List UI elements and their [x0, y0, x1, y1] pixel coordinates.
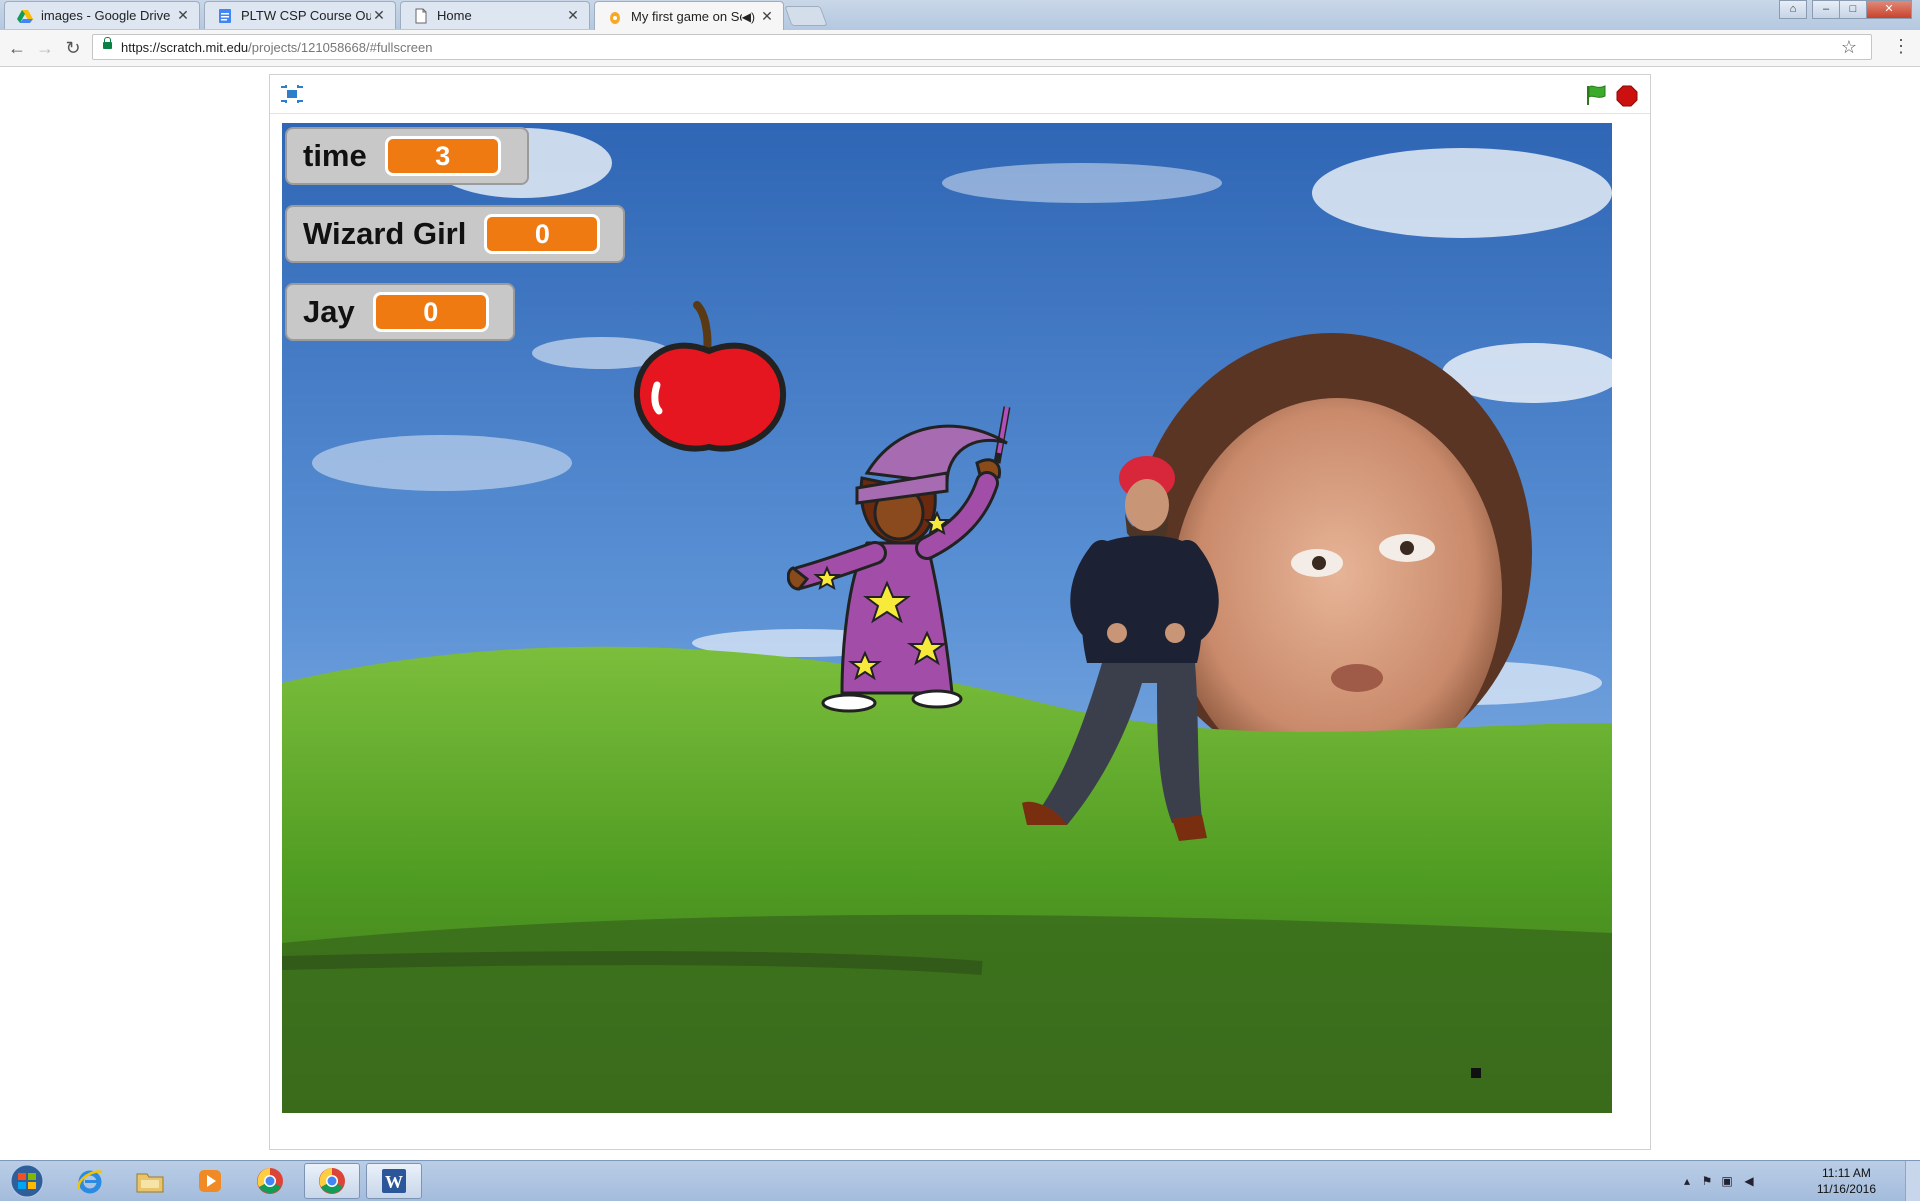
- tab-title: My first game on Scra: [631, 9, 742, 24]
- new-tab-button[interactable]: [784, 6, 828, 26]
- system-tray: ▴ ⚑ ▣ ◀ 11:11 AM 11/16/2016: [1680, 1161, 1920, 1201]
- tab-title: PLTW CSP Course Outlin: [241, 8, 371, 23]
- url-text: https://scratch.mit.edu/projects/1210586…: [121, 40, 432, 55]
- monitor-value: 0: [372, 292, 489, 332]
- window-controls: ⌂ – □ ✕: [1779, 0, 1912, 19]
- maximize-button[interactable]: □: [1839, 0, 1867, 19]
- page-icon: [415, 8, 427, 23]
- show-desktop-button[interactable]: [1905, 1161, 1920, 1201]
- jay-sprite[interactable]: [1007, 453, 1247, 853]
- chrome-active-icon: [319, 1168, 345, 1194]
- back-arrow-icon[interactable]: ←: [6, 37, 28, 59]
- tab-pltw-course-outline[interactable]: PLTW CSP Course Outlin ✕: [204, 1, 396, 29]
- green-flag-icon[interactable]: [1584, 84, 1608, 106]
- windows-taskbar: W ▴ ⚑ ▣ ◀ 11:11 AM 11/16/2016: [0, 1160, 1920, 1201]
- profile-icon[interactable]: ⌂: [1779, 0, 1807, 19]
- close-tab-icon[interactable]: ✕: [371, 7, 387, 24]
- network-icon[interactable]: ▣: [1720, 1174, 1734, 1188]
- close-tab-icon[interactable]: ✕: [175, 7, 191, 24]
- tab-title: Home: [437, 8, 472, 23]
- speaker-icon[interactable]: ◀): [742, 10, 755, 24]
- jay-monitor[interactable]: Jay 0: [285, 283, 515, 341]
- browser-toolbar: ← → ↻ https://scratch.mit.edu/projects/1…: [0, 30, 1920, 67]
- google-drive-icon: [17, 9, 33, 23]
- media-player-icon: [199, 1170, 221, 1192]
- tab-title: images - Google Drive: [41, 8, 171, 23]
- address-bar[interactable]: https://scratch.mit.edu/projects/1210586…: [92, 34, 1872, 60]
- show-hidden-icons-icon[interactable]: ▴: [1680, 1174, 1694, 1188]
- chrome-taskbar-item[interactable]: [242, 1163, 298, 1199]
- volume-icon[interactable]: ◀: [1742, 1174, 1756, 1188]
- minimize-button[interactable]: –: [1812, 0, 1840, 19]
- chrome-icon: [257, 1168, 283, 1194]
- tab-scratch-game[interactable]: My first game on Scra ◀) ✕: [594, 1, 784, 31]
- file-explorer-icon: [136, 1173, 164, 1193]
- close-tab-icon[interactable]: ✕: [759, 8, 775, 25]
- apple-sprite[interactable]: [627, 293, 792, 458]
- reload-icon[interactable]: ↻: [62, 37, 84, 59]
- monitor-value: 0: [484, 214, 601, 254]
- wizard-girl-sprite[interactable]: [787, 403, 1027, 723]
- word-taskbar-item[interactable]: W: [366, 1163, 422, 1199]
- lock-icon: [103, 37, 112, 49]
- windows-start-icon[interactable]: [5, 1163, 49, 1199]
- chrome-menu-icon[interactable]: ⋮: [1892, 36, 1910, 57]
- monitor-label: time: [303, 138, 367, 173]
- close-window-button[interactable]: ✕: [1866, 0, 1912, 19]
- monitor-label: Jay: [303, 294, 355, 329]
- tab-google-drive[interactable]: images - Google Drive ✕: [4, 1, 200, 29]
- monitor-value: 3: [384, 136, 501, 176]
- chrome-active-taskbar-item[interactable]: [304, 1163, 360, 1199]
- monitor-label: Wizard Girl: [303, 216, 467, 251]
- url-host: https://scratch.mit.edu: [121, 40, 249, 55]
- media-player-taskbar-item[interactable]: [182, 1163, 238, 1199]
- clock-date: 11/16/2016: [1816, 1182, 1876, 1196]
- close-tab-icon[interactable]: ✕: [565, 7, 581, 24]
- tab-home[interactable]: Home ✕: [400, 1, 590, 29]
- player-controls-bar: [270, 75, 1650, 114]
- game-stage[interactable]: time 3 Wizard Girl 0 Jay 0: [282, 123, 1612, 1113]
- action-center-flag-icon[interactable]: ⚑: [1700, 1174, 1714, 1188]
- svg-text:W: W: [385, 1172, 403, 1192]
- wizard-girl-monitor[interactable]: Wizard Girl 0: [285, 205, 625, 263]
- browser-tab-strip: images - Google Drive ✕ PLTW CSP Course …: [0, 0, 1920, 31]
- internet-explorer-taskbar-item[interactable]: [62, 1163, 118, 1199]
- stop-sign-icon[interactable]: [1616, 85, 1638, 107]
- exit-fullscreen-icon[interactable]: [280, 84, 304, 104]
- system-clock[interactable]: 11:11 AM 11/16/2016: [1817, 1165, 1876, 1197]
- mouse-cursor: [1471, 1068, 1481, 1078]
- word-icon: W: [382, 1169, 406, 1193]
- scratch-player: time 3 Wizard Girl 0 Jay 0: [269, 74, 1651, 1150]
- url-path: /projects/121058668/#fullscreen: [248, 40, 433, 55]
- google-docs-icon: [219, 8, 231, 23]
- time-monitor[interactable]: time 3: [285, 127, 529, 185]
- internet-explorer-icon: [77, 1170, 103, 1194]
- bookmark-star-icon[interactable]: ☆: [1841, 37, 1857, 58]
- forward-arrow-icon[interactable]: →: [34, 37, 56, 59]
- clock-time: 11:11 AM: [1821, 1166, 1871, 1180]
- file-explorer-taskbar-item[interactable]: [122, 1163, 178, 1199]
- scratch-icon: [610, 11, 620, 24]
